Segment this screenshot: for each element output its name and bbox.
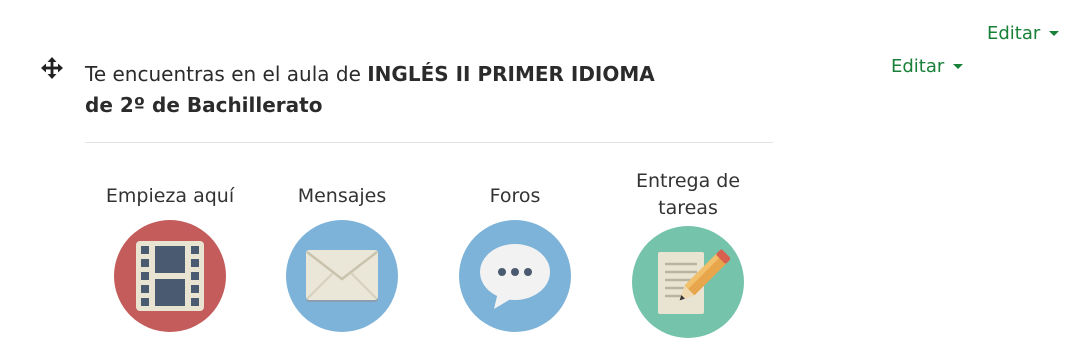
- edit-menu-section[interactable]: Editar: [891, 56, 964, 77]
- envelope-icon: [306, 250, 378, 302]
- caret-down-icon: [1049, 31, 1060, 36]
- tile-label: Entrega de tareas: [636, 168, 740, 222]
- tile-label: Empieza aquí: [105, 185, 235, 207]
- chat-bubble-icon: [480, 244, 550, 309]
- section-intro: Te encuentras en el aula de INGLÉS II PR…: [85, 59, 725, 121]
- tile-circle: [286, 220, 398, 332]
- film-icon: [136, 241, 204, 311]
- edit-menu-label: Editar: [891, 56, 945, 77]
- document-pencil-icon: [658, 249, 730, 314]
- tile-circle: [632, 226, 744, 338]
- tile-foros[interactable]: Foros: [445, 183, 585, 332]
- move-icon[interactable]: [41, 57, 63, 79]
- tile-circle: [459, 220, 571, 332]
- edit-menu-label: Editar: [987, 23, 1041, 44]
- course-name: INGLÉS II PRIMER IDIOMA: [367, 62, 655, 86]
- tile-label: Mensajes: [297, 185, 387, 207]
- tile-mensajes[interactable]: Mensajes: [272, 183, 412, 332]
- tile-circle: [114, 220, 226, 332]
- tile-label-line1: Entrega de: [635, 170, 741, 192]
- caret-down-icon: [953, 64, 964, 69]
- tile-entrega-de-tareas[interactable]: Entrega de tareas: [618, 168, 758, 338]
- course-level: de 2º de Bachillerato: [85, 93, 323, 117]
- intro-text: Te encuentras en el aula de: [85, 62, 368, 86]
- tile-label: Foros: [489, 185, 541, 207]
- tile-empieza-aqui[interactable]: Empieza aquí: [100, 183, 240, 332]
- divider: [85, 142, 773, 143]
- tile-label-line2: tareas: [658, 197, 718, 219]
- edit-menu-top[interactable]: Editar: [987, 23, 1060, 44]
